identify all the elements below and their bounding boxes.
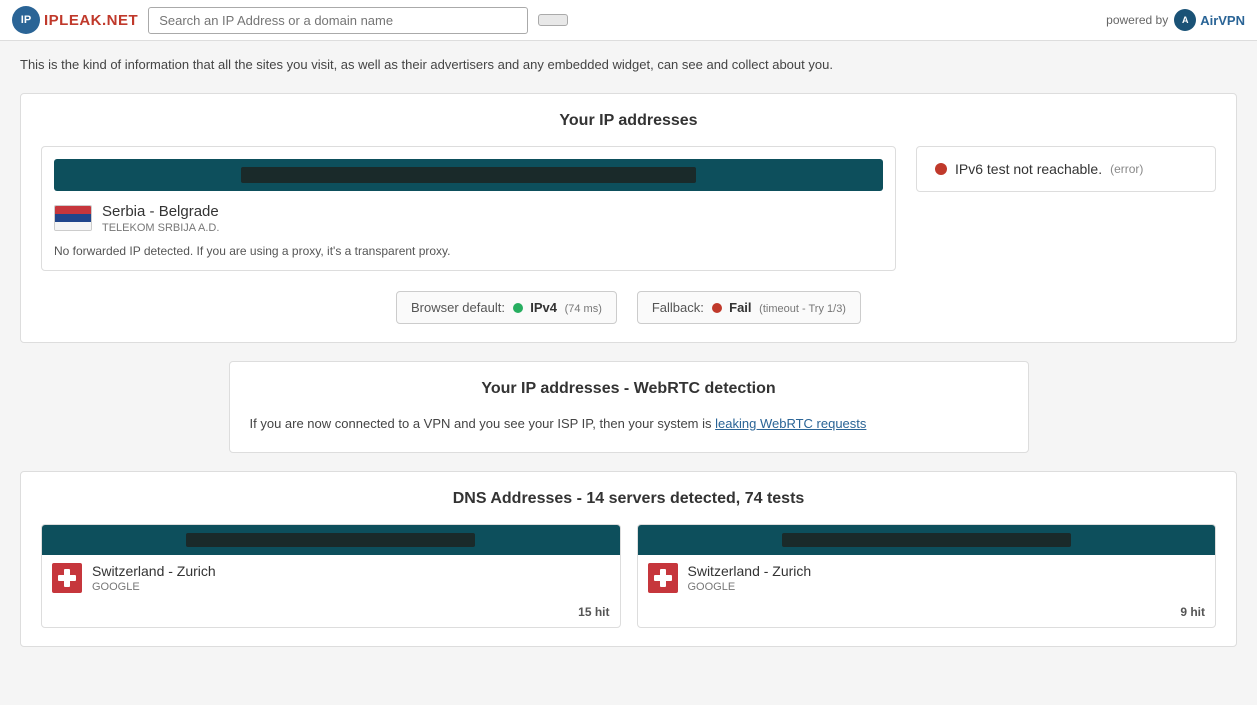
- intro-text: This is the kind of information that all…: [20, 55, 1237, 75]
- fallback-red-dot: [712, 303, 722, 313]
- browser-default-badge: Browser default: IPv4 (74 ms): [396, 291, 617, 324]
- webrtc-section-box: Your IP addresses - WebRTC detection If …: [229, 361, 1029, 454]
- powered-by-text: powered by: [1106, 13, 1168, 27]
- dns-bar-2: [638, 525, 1216, 555]
- airvpn-logo-icon: A: [1174, 9, 1196, 31]
- ipv6-status-dot: [935, 163, 947, 175]
- ip-bar: [54, 159, 883, 191]
- browser-default-ms: (74 ms): [565, 303, 602, 315]
- ip-location: Serbia - Belgrade TELEKOM SRBIJA a.d.: [54, 203, 883, 234]
- logo-icon: IP: [12, 6, 40, 34]
- swiss-cross-v-2: [660, 569, 666, 587]
- header-left: IP IPLEAK.NET: [12, 6, 568, 34]
- dns-redacted-bar-2: [782, 533, 1071, 547]
- ip-isp: TELEKOM SRBIJA a.d.: [102, 222, 219, 234]
- dns-grid: Switzerland - Zurich GOOGLE 15 hit: [41, 524, 1216, 628]
- ip-section-content: Serbia - Belgrade TELEKOM SRBIJA a.d. No…: [41, 146, 1216, 271]
- flag-swiss-1: [52, 563, 82, 593]
- ip-no-forward-text: No forwarded IP detected. If you are usi…: [54, 244, 883, 258]
- status-row: Browser default: IPv4 (74 ms) Fallback: …: [41, 291, 1216, 324]
- dns-redacted-bar-1: [186, 533, 475, 547]
- dns-section-box: DNS Addresses - 14 servers detected, 74 …: [20, 471, 1237, 647]
- flag-serbia: [54, 205, 92, 231]
- header-right: powered by A AirVPN: [1106, 9, 1245, 31]
- browser-default-green-dot: [513, 303, 523, 313]
- ip-location-text: Serbia - Belgrade TELEKOM SRBIJA a.d.: [102, 203, 219, 234]
- dns-location-2: Switzerland - Zurich GOOGLE: [688, 563, 812, 593]
- ip-city: Serbia - Belgrade: [102, 203, 219, 220]
- dns-bar-1: [42, 525, 620, 555]
- ipv6-card: IPv6 test not reachable. (error): [916, 146, 1216, 192]
- ip-section-title: Your IP addresses: [41, 112, 1216, 130]
- fallback-dot: [712, 300, 730, 315]
- airvpn-badge[interactable]: A AirVPN: [1174, 9, 1245, 31]
- dns-card-1: Switzerland - Zurich GOOGLE 15 hit: [41, 524, 621, 628]
- dns-info-1: Switzerland - Zurich GOOGLE: [42, 555, 620, 601]
- flag-swiss-2: [648, 563, 678, 593]
- logo-text: IPLEAK.NET: [44, 12, 138, 29]
- webrtc-text-content: If you are now connected to a VPN and yo…: [250, 416, 712, 431]
- search-button[interactable]: [538, 14, 568, 26]
- logo[interactable]: IP IPLEAK.NET: [12, 6, 138, 34]
- browser-default-dot: [513, 300, 531, 315]
- dns-location-1: Switzerland - Zurich GOOGLE: [92, 563, 216, 593]
- search-input[interactable]: [148, 7, 528, 34]
- fallback-label: Fallback:: [652, 300, 704, 315]
- dns-info-2: Switzerland - Zurich GOOGLE: [638, 555, 1216, 601]
- swiss-cross-v-1: [64, 569, 70, 587]
- ipv6-label: IPv6 test not reachable.: [955, 161, 1102, 177]
- dns-hit-2: 9 hit: [638, 601, 1216, 627]
- flag-stripe-red: [55, 206, 91, 214]
- ipv6-error: (error): [1110, 162, 1143, 176]
- fallback-badge: Fallback: Fail (timeout - Try 1/3): [637, 291, 861, 324]
- fallback-status: Fail: [729, 300, 751, 315]
- ip-section-box: Your IP addresses Serbia - Belgrade TELE…: [20, 93, 1237, 343]
- dns-isp-2: GOOGLE: [688, 581, 812, 593]
- dns-city-2: Switzerland - Zurich: [688, 563, 812, 579]
- header: IP IPLEAK.NET powered by A AirVPN: [0, 0, 1257, 41]
- flag-stripe-white: [55, 222, 91, 230]
- dns-card-2: Switzerland - Zurich GOOGLE 9 hit: [637, 524, 1217, 628]
- dns-hit-1: 15 hit: [42, 601, 620, 627]
- webrtc-section-title: Your IP addresses - WebRTC detection: [250, 380, 1008, 398]
- webrtc-text: If you are now connected to a VPN and yo…: [250, 414, 1008, 435]
- main-content: This is the kind of information that all…: [0, 41, 1257, 661]
- fallback-meta: (timeout - Try 1/3): [759, 303, 846, 315]
- airvpn-label: AirVPN: [1200, 13, 1245, 28]
- dns-section-title: DNS Addresses - 14 servers detected, 74 …: [41, 490, 1216, 508]
- browser-default-protocol: IPv4: [530, 300, 557, 315]
- flag-stripe-blue: [55, 214, 91, 222]
- webrtc-leak-link[interactable]: leaking WebRTC requests: [715, 416, 866, 431]
- ip-main-card: Serbia - Belgrade TELEKOM SRBIJA a.d. No…: [41, 146, 896, 271]
- ip-redacted-bar: [241, 167, 697, 183]
- dns-city-1: Switzerland - Zurich: [92, 563, 216, 579]
- dns-isp-1: GOOGLE: [92, 581, 216, 593]
- browser-default-label: Browser default:: [411, 300, 505, 315]
